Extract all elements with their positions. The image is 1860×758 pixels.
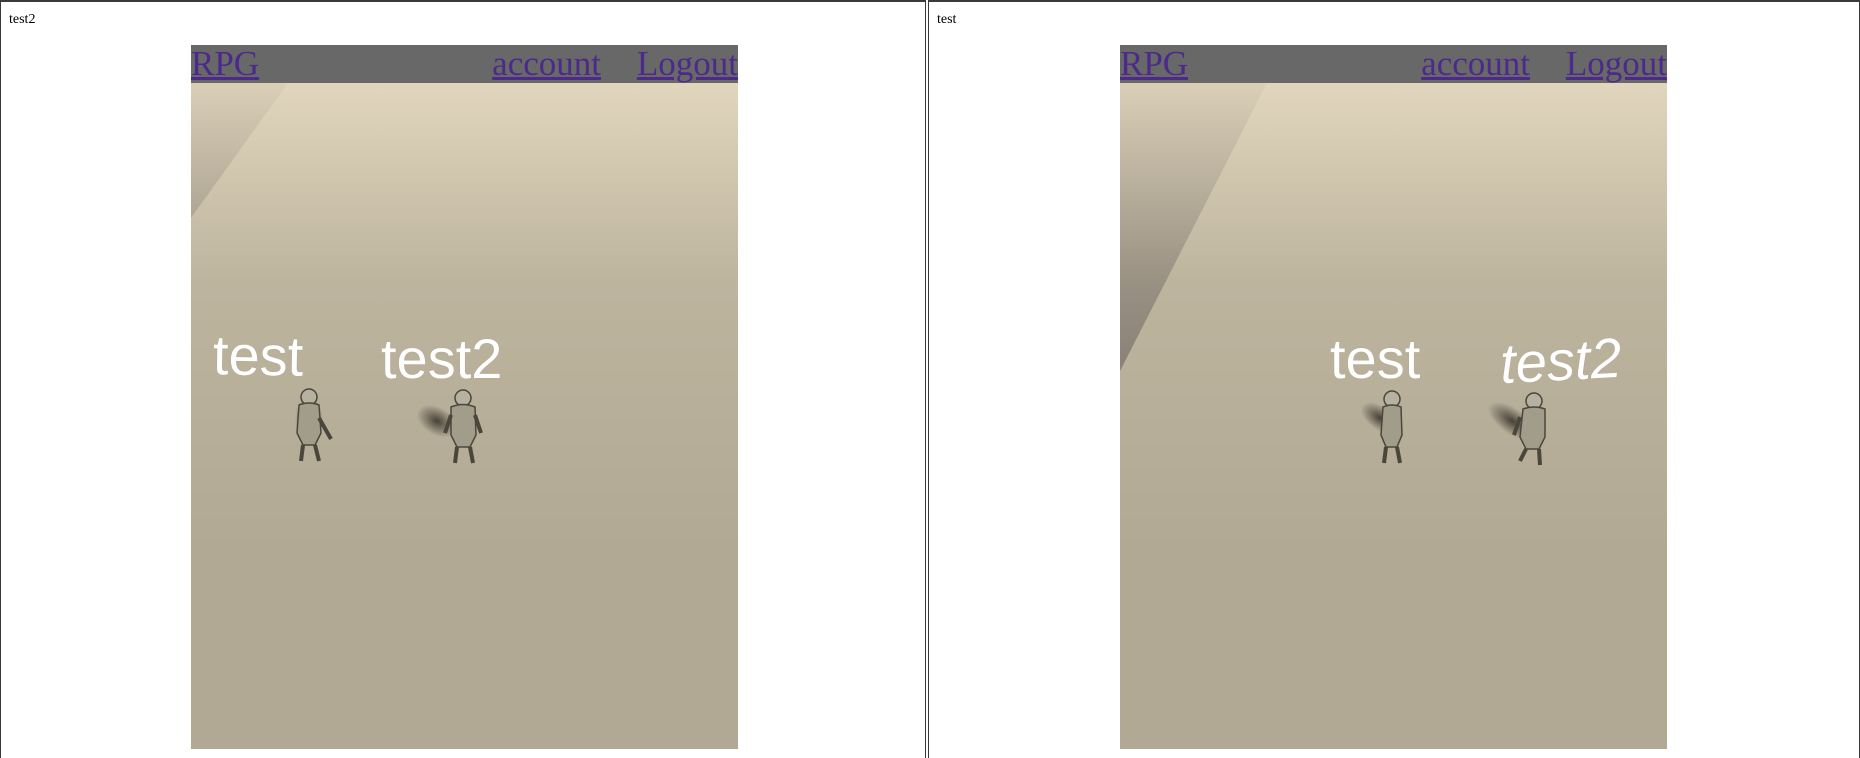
game-viewport[interactable]: RPG account Logout test test2 — [1120, 45, 1667, 749]
home-link[interactable]: RPG — [1120, 45, 1188, 83]
characters-layer — [295, 388, 483, 464]
player-character-test2[interactable] — [411, 389, 483, 464]
character-body — [296, 402, 322, 446]
characters-layer — [1355, 390, 1546, 466]
player-character-test2[interactable] — [1482, 392, 1546, 466]
logout-link[interactable]: Logout — [1566, 45, 1667, 83]
player-character-test[interactable] — [1355, 390, 1405, 464]
player-name-label: test — [937, 12, 957, 27]
account-link[interactable]: account — [492, 45, 601, 83]
client-window-right: test RPG account Logout test test2 — [928, 0, 1860, 758]
account-link[interactable]: account — [1421, 45, 1530, 83]
character-body — [450, 403, 477, 448]
home-link[interactable]: RPG — [191, 45, 259, 83]
character-limbs — [1382, 446, 1402, 464]
top-nav-bar: RPG account Logout — [191, 45, 738, 83]
player-character-test[interactable] — [295, 388, 333, 462]
top-nav-bar: RPG account Logout — [1120, 45, 1667, 83]
logout-link[interactable]: Logout — [637, 45, 738, 83]
character-body — [1519, 406, 1546, 450]
player-name-label: test2 — [9, 12, 36, 27]
client-window-left: test2 RPG account Logout test test2 — [0, 0, 926, 758]
game-viewport[interactable]: RPG account Logout test test2 — [191, 45, 738, 749]
character-head — [454, 389, 472, 407]
character-body — [1380, 404, 1403, 448]
